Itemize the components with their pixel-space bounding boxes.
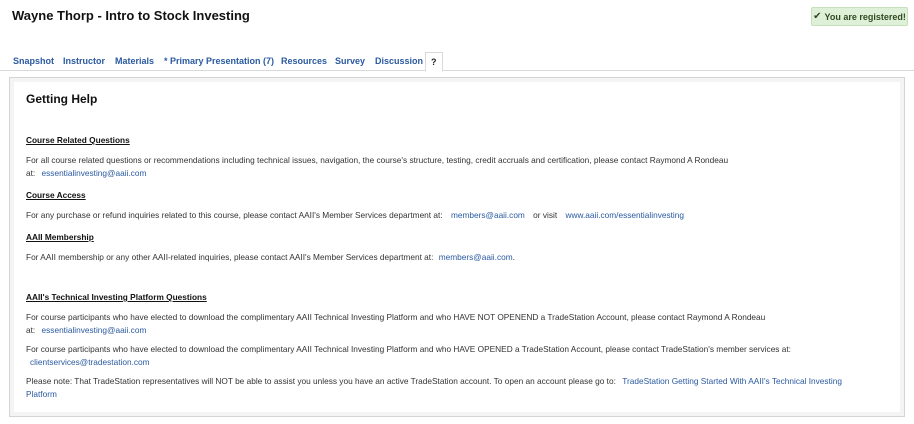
tab-bar: Snapshot Instructor Materials * Primary …	[0, 52, 914, 72]
course-access-heading: Course Access	[26, 190, 86, 200]
platform-p1-at-label: at:	[26, 325, 36, 335]
tab-instructor[interactable]: Instructor	[63, 56, 105, 66]
platform-p3-description: Please note: That TradeStation represent…	[26, 376, 616, 386]
platform-p3-link-continued[interactable]: Platform	[26, 389, 57, 399]
course-access-email-link[interactable]: members@aaii.com	[451, 210, 525, 220]
course-questions-contact: at: essentialinvesting@aaii.com	[26, 168, 146, 178]
platform-p2-email-link[interactable]: clientservices@tradestation.com	[30, 357, 150, 367]
page-title: Wayne Thorp - Intro to Stock Investing	[12, 8, 250, 23]
registered-badge: ✔ You are registered!	[811, 7, 908, 26]
platform-heading: AAII's Technical Investing Platform Ques…	[26, 292, 207, 302]
tab-survey[interactable]: Survey	[335, 56, 365, 66]
help-panel: Getting Help Course Related Questions Fo…	[9, 77, 905, 417]
membership-heading: AAII Membership	[26, 232, 94, 242]
platform-p3-link[interactable]: TradeStation Getting Started With AAII's…	[622, 376, 842, 386]
course-access-text: For any purchase or refund inquiries rel…	[26, 210, 684, 220]
tab-primary-presentation[interactable]: * Primary Presentation (7)	[164, 56, 274, 66]
platform-p2-text: For course participants who have elected…	[26, 344, 791, 354]
course-questions-email-link[interactable]: essentialinvesting@aaii.com	[42, 168, 147, 178]
registered-badge-label: You are registered!	[824, 11, 906, 22]
membership-email-link[interactable]: members@aaii.com	[439, 252, 513, 262]
tab-help[interactable]: ?	[425, 52, 443, 72]
tab-resources[interactable]: Resources	[281, 56, 327, 66]
platform-p3-text: Please note: That TradeStation represent…	[26, 376, 842, 386]
membership-period: .	[512, 252, 515, 262]
course-questions-text: For all course related questions or reco…	[26, 155, 729, 165]
help-panel-content: Getting Help Course Related Questions Fo…	[14, 82, 900, 412]
platform-p1-email-link[interactable]: essentialinvesting@aaii.com	[42, 325, 147, 335]
tab-discussion[interactable]: Discussion	[375, 56, 423, 66]
membership-description: For AAII membership or any other AAII-re…	[26, 252, 434, 262]
section-title: Getting Help	[26, 92, 98, 106]
platform-p1-text: For course participants who have elected…	[26, 312, 766, 322]
course-access-or-visit: or visit	[533, 210, 558, 220]
tab-snapshot[interactable]: Snapshot	[13, 56, 54, 66]
tab-materials[interactable]: Materials	[115, 56, 154, 66]
membership-text: For AAII membership or any other AAII-re…	[26, 252, 515, 262]
course-questions-at-label: at:	[26, 168, 36, 178]
course-access-description: For any purchase or refund inquiries rel…	[26, 210, 443, 220]
course-access-url-link[interactable]: www.aaii.com/essentialinvesting	[565, 210, 684, 220]
platform-p1-contact: at: essentialinvesting@aaii.com	[26, 325, 146, 335]
check-icon: ✔	[813, 11, 822, 22]
course-questions-heading: Course Related Questions	[26, 135, 130, 145]
